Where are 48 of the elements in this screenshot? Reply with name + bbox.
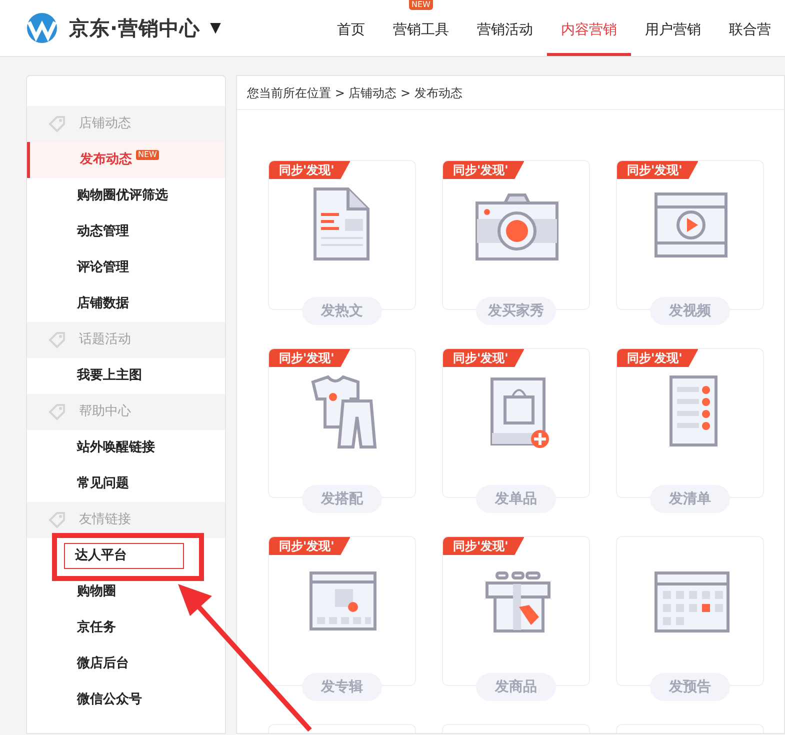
card-label: 发热文 (302, 297, 382, 325)
sidebar-item[interactable]: 微店后台 (77, 654, 129, 674)
sync-badge: 同步'发现' (617, 161, 698, 179)
card-label: 发单品 (476, 485, 556, 513)
sync-badge: 同步'发现' (269, 161, 350, 179)
nav-tab[interactable]: 联合营 (715, 5, 785, 56)
sync-badge: 同步'发现' (269, 349, 350, 367)
card-label: 发预告 (650, 673, 730, 701)
sidebar-item[interactable]: 常见问题 (77, 474, 129, 494)
group-title: 帮助中心 (79, 403, 131, 422)
sidebar-item[interactable]: 达人平台 (64, 543, 184, 569)
sidebar-item[interactable]: 我要上主图 (77, 366, 142, 386)
logo-icon (25, 13, 59, 43)
sync-badge: 同步'发现' (443, 161, 524, 179)
card-label: 发买家秀 (476, 297, 556, 325)
nav-tab[interactable]: 内容营销 (547, 5, 631, 56)
sync-badge: 同步'发现' (443, 537, 524, 555)
sidebar-item[interactable]: 动态管理 (77, 222, 129, 242)
group-title: 店铺动态 (79, 115, 131, 134)
sidebar-item[interactable]: 评论管理 (77, 258, 129, 278)
card-label: 发搭配 (302, 485, 382, 513)
tag-icon (47, 510, 67, 530)
sync-badge: 同步'发现' (269, 537, 350, 555)
sidebar-item[interactable]: 京任务 (77, 618, 116, 638)
sidebar-item[interactable]: 站外唤醒链接 (77, 438, 155, 458)
nav-tab[interactable]: 首页 (323, 5, 379, 56)
brand-title: 京东·营销中心 (69, 15, 200, 42)
sidebar-item[interactable]: 微信公众号 (77, 690, 142, 710)
card-label: 发专辑 (302, 673, 382, 701)
new-badge: NEW (408, 0, 434, 10)
tag-icon (47, 114, 67, 134)
nav-tab[interactable]: 营销活动 (463, 5, 547, 56)
sidebar-item[interactable]: 店铺数据 (77, 294, 129, 314)
nav-tab[interactable]: 用户营销 (631, 5, 715, 56)
tag-icon (47, 402, 67, 422)
sidebar-item[interactable]: 购物圈优评筛选 (77, 186, 168, 206)
card-label: 发清单 (650, 485, 730, 513)
sync-badge: 同步'发现' (443, 349, 524, 367)
sidebar-item[interactable]: 购物圈 (77, 582, 116, 602)
card-label: 发视频 (650, 297, 730, 325)
group-title: 话题活动 (79, 331, 131, 350)
group-title: 友情链接 (79, 511, 131, 530)
sidebar-item[interactable]: 发布动态 (80, 150, 132, 170)
sync-badge: 同步'发现' (617, 349, 698, 367)
breadcrumb: 您当前所在位置 > 店铺动态 > 发布动态 (247, 84, 462, 102)
tag-icon (47, 330, 67, 350)
new-badge: NEW (136, 150, 159, 160)
card-label: 发商品 (476, 673, 556, 701)
